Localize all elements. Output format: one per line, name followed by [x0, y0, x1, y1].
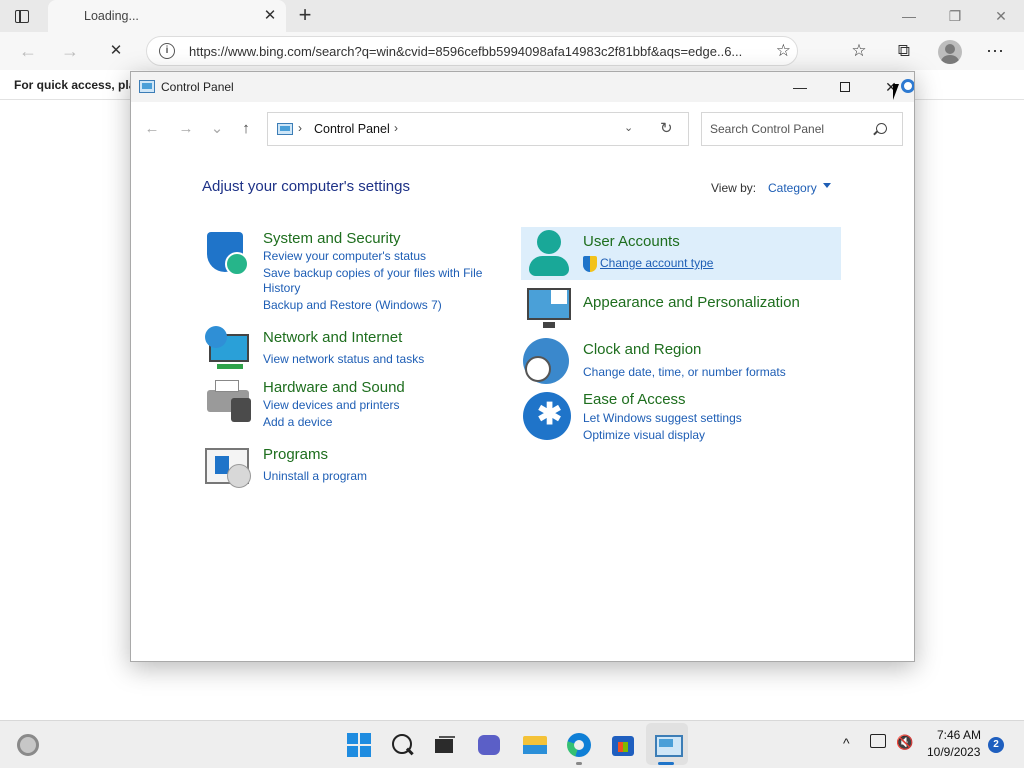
category-system-security[interactable]: System and Security — [263, 230, 401, 247]
category-programs[interactable]: Programs — [263, 446, 328, 463]
link-suggest-settings[interactable]: Let Windows suggest settings — [583, 411, 742, 426]
task-view-icon[interactable] — [431, 731, 459, 759]
address-url[interactable]: https://www.bing.com/search?q=win&cvid=8… — [189, 44, 742, 59]
link-network-status[interactable]: View network status and tasks — [263, 352, 424, 367]
category-clock-region[interactable]: Clock and Region — [583, 341, 701, 358]
cp-forward-button[interactable]: → — [175, 118, 197, 140]
category-hardware[interactable]: Hardware and Sound — [263, 379, 405, 396]
user-icon[interactable] — [523, 230, 569, 276]
cp-back-button[interactable]: ← — [141, 118, 163, 140]
browser-tab-bar: Loading... ✕ + — ❐ ✕ — [0, 0, 1024, 32]
control-panel-navbar: ← → ⌄ ↑ › Control Panel › ⌄ ↻ Search Con… — [131, 102, 914, 158]
tab-close-icon[interactable]: ✕ — [262, 8, 278, 24]
user-accounts-highlight — [521, 227, 841, 280]
profile-icon[interactable] — [938, 40, 962, 64]
collections-icon[interactable]: ⧉ — [893, 40, 915, 62]
browser-tab[interactable]: Loading... ✕ — [48, 0, 286, 32]
view-by-dropdown[interactable]: Category — [768, 181, 817, 195]
store-icon[interactable] — [609, 731, 637, 759]
browser-minimize-button[interactable]: — — [894, 6, 924, 26]
link-uninstall-program[interactable]: Uninstall a program — [263, 469, 367, 484]
link-date-time-formats[interactable]: Change date, time, or number formats — [583, 365, 786, 380]
add-favorite-icon[interactable]: ☆ — [776, 41, 791, 61]
clock-icon[interactable] — [523, 338, 569, 384]
accessibility-icon[interactable]: ✱ — [523, 392, 571, 440]
programs-icon[interactable] — [203, 446, 251, 492]
refresh-icon[interactable]: ↻ — [660, 119, 673, 137]
shield-icon[interactable] — [205, 232, 251, 278]
tab-title: Loading... — [84, 9, 139, 23]
cp-up-button[interactable]: ↑ — [235, 118, 257, 140]
cp-minimize-button[interactable]: — — [778, 75, 822, 99]
breadcrumb-control-panel[interactable]: Control Panel — [314, 122, 390, 136]
category-ease-of-access[interactable]: Ease of Access — [583, 391, 686, 408]
notification-badge[interactable]: 2 — [988, 737, 1004, 753]
volume-icon[interactable]: 🔇 — [896, 734, 913, 751]
link-review-status[interactable]: Review your computer's status — [263, 249, 426, 264]
more-icon[interactable]: ⋯ — [984, 40, 1006, 62]
favorites-hint-text: For quick access, plac — [14, 78, 143, 92]
browser-address-toolbar: ← → ✕ i https://www.bing.com/search?q=wi… — [0, 32, 1024, 70]
link-add-device[interactable]: Add a device — [263, 415, 332, 430]
network-icon[interactable] — [870, 734, 886, 748]
clock-date[interactable]: 10/9/2023 — [927, 745, 980, 759]
widgets-icon[interactable] — [17, 734, 39, 756]
browser-restore-button[interactable]: ❐ — [940, 6, 970, 26]
control-panel-window: Control Panel — ✕ ← → ⌄ ↑ › Control Pane… — [130, 71, 915, 662]
cp-recent-locations-button[interactable]: ⌄ — [206, 118, 228, 140]
view-by-label: View by: — [711, 181, 757, 195]
clock-time[interactable]: 7:46 AM — [937, 728, 981, 742]
browser-close-button[interactable]: ✕ — [986, 6, 1016, 26]
search-icon[interactable] — [876, 123, 887, 134]
start-icon[interactable] — [345, 731, 373, 759]
new-tab-button[interactable]: + — [292, 4, 318, 28]
control-panel-icon[interactable] — [653, 730, 683, 758]
category-network[interactable]: Network and Internet — [263, 329, 402, 346]
window-title: Control Panel — [161, 80, 234, 94]
search-placeholder: Search Control Panel — [710, 122, 825, 136]
search-icon[interactable] — [389, 731, 417, 759]
cp-maximize-button[interactable] — [823, 75, 867, 99]
appearance-icon[interactable] — [525, 286, 571, 332]
control-panel-icon — [139, 80, 155, 93]
page-title: Adjust your computer's settings — [202, 178, 410, 195]
forward-button[interactable]: → — [58, 40, 82, 62]
breadcrumb-separator[interactable]: › — [394, 121, 398, 135]
category-user-accounts[interactable]: User Accounts — [583, 233, 680, 250]
edge-icon[interactable] — [565, 731, 593, 759]
link-backup-restore[interactable]: Backup and Restore (Windows 7) — [263, 298, 442, 313]
stop-loading-button[interactable]: ✕ — [104, 40, 128, 62]
control-panel-titlebar[interactable]: Control Panel — ✕ — [131, 72, 914, 102]
network-icon[interactable] — [205, 326, 251, 372]
chevron-up-icon[interactable]: ^ — [843, 735, 850, 751]
uac-shield-icon — [583, 256, 597, 272]
control-panel-icon — [277, 123, 293, 135]
link-optimize-display[interactable]: Optimize visual display — [583, 428, 705, 443]
back-button[interactable]: ← — [16, 40, 40, 62]
address-bar[interactable]: i https://www.bing.com/search?q=win&cvid… — [146, 36, 798, 66]
search-input[interactable]: Search Control Panel — [701, 112, 903, 146]
maximize-icon — [840, 82, 850, 92]
chevron-down-icon[interactable] — [823, 183, 831, 188]
printer-icon[interactable] — [205, 378, 251, 424]
link-devices-printers[interactable]: View devices and printers — [263, 398, 400, 413]
link-file-history[interactable]: Save backup copies of your files with Fi… — [263, 266, 493, 296]
favorites-icon[interactable]: ☆ — [848, 40, 870, 62]
tab-actions-icon[interactable] — [10, 6, 34, 26]
active-app-indicator — [658, 762, 674, 765]
address-dropdown-icon[interactable]: ⌄ — [624, 121, 633, 134]
breadcrumb-separator[interactable]: › — [298, 121, 302, 135]
mouse-cursor-icon — [893, 84, 905, 100]
running-app-indicator — [576, 762, 582, 765]
category-appearance[interactable]: Appearance and Personalization — [583, 294, 800, 311]
file-explorer-icon[interactable] — [521, 731, 549, 759]
breadcrumb[interactable]: › Control Panel › ⌄ ↻ — [267, 112, 689, 146]
link-change-account-type[interactable]: Change account type — [600, 256, 713, 271]
teams-icon[interactable] — [475, 731, 503, 759]
site-info-icon[interactable]: i — [159, 43, 175, 59]
